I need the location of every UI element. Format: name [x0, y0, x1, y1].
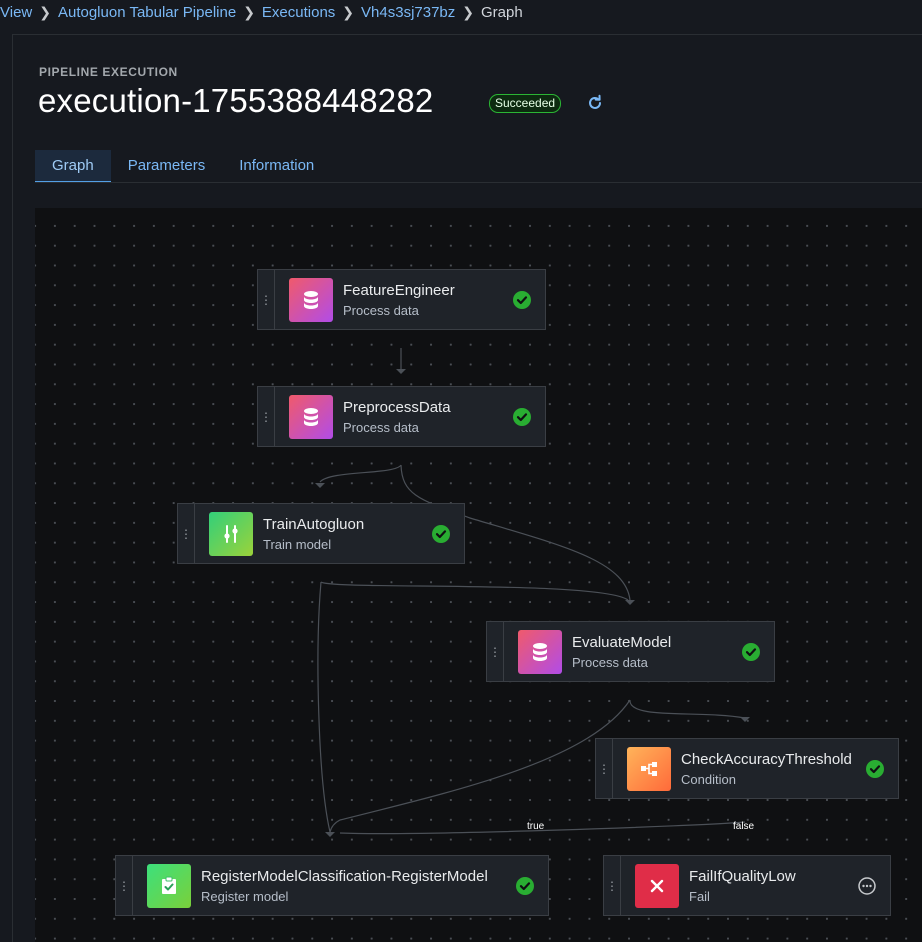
drag-handle-icon[interactable]: ⋮	[178, 504, 195, 563]
status-badge: Succeeded	[489, 94, 562, 113]
node-title: FailIfQualityLow	[689, 867, 796, 885]
page-title: execution-1755388448282	[38, 82, 434, 119]
check-circle-icon	[866, 759, 884, 778]
tab-graph[interactable]: Graph	[35, 150, 111, 183]
refresh-icon	[589, 94, 601, 109]
database-icon	[289, 394, 333, 439]
database-icon	[518, 629, 562, 674]
node-subtitle: Process data	[572, 654, 648, 670]
sliders-icon	[209, 511, 253, 556]
node-subtitle: Condition	[681, 771, 736, 787]
node-title: CheckAccuracyThreshold	[681, 750, 852, 768]
close-icon	[635, 863, 679, 908]
node-title: EvaluateModel	[572, 633, 672, 651]
check-circle-icon	[513, 290, 531, 309]
drag-handle-icon[interactable]: ⋮	[487, 622, 504, 681]
branch-icon	[627, 746, 671, 791]
node-preprocess-data[interactable]: ⋮ PreprocessData Process data	[257, 386, 546, 447]
divider	[12, 34, 922, 35]
tab-list: Graph Parameters Information	[35, 150, 331, 183]
chevron-right-icon: ❯	[39, 3, 51, 20]
node-title: FeatureEngineer	[343, 281, 455, 299]
check-circle-icon	[742, 642, 760, 661]
breadcrumb-current: Graph	[481, 3, 523, 21]
page-eyebrow: PIPELINE EXECUTION	[39, 65, 178, 79]
breadcrumb-pipeline[interactable]: Autogluon Tabular Pipeline	[58, 4, 236, 21]
node-title: TrainAutogluon	[263, 515, 365, 533]
node-evaluate-model[interactable]: ⋮ EvaluateModel Process data	[486, 621, 775, 682]
breadcrumb-view[interactable]: View	[0, 4, 32, 21]
drag-handle-icon[interactable]: ⋮	[596, 739, 613, 798]
node-title: RegisterModelClassification-RegisterMode…	[201, 867, 488, 885]
node-register-model[interactable]: ⋮ RegisterModelClassification-RegisterMo…	[115, 855, 549, 916]
breadcrumb-execution-id[interactable]: Vh4s3sj737bz	[361, 4, 455, 21]
tab-information[interactable]: Information	[222, 150, 331, 181]
more-circle-icon	[858, 876, 876, 895]
tab-parameters[interactable]: Parameters	[111, 150, 223, 181]
node-feature-engineer[interactable]: ⋮ FeatureEngineer Process data	[257, 269, 546, 330]
drag-handle-icon[interactable]: ⋮	[604, 856, 621, 915]
node-subtitle: Register model	[201, 888, 289, 904]
node-fail-if-quality-low[interactable]: ⋮ FailIfQualityLow Fail	[603, 855, 891, 916]
check-circle-icon	[513, 407, 531, 426]
breadcrumb-executions[interactable]: Executions	[262, 4, 335, 21]
clipboard-check-icon	[147, 863, 191, 908]
divider	[35, 182, 922, 183]
drag-handle-icon[interactable]: ⋮	[116, 856, 133, 915]
node-title: PreprocessData	[343, 398, 451, 416]
node-check-accuracy-threshold[interactable]: ⋮ CheckAccuracyThreshold Condition	[595, 738, 899, 799]
node-subtitle: Train model	[263, 536, 332, 552]
node-subtitle: Process data	[343, 419, 419, 435]
node-subtitle: Process data	[343, 302, 419, 318]
chevron-right-icon: ❯	[462, 3, 474, 20]
breadcrumb: View ❯ Autogluon Tabular Pipeline ❯ Exec…	[0, 0, 523, 24]
left-rail	[0, 34, 13, 942]
drag-handle-icon[interactable]: ⋮	[258, 270, 275, 329]
node-train-autogluon[interactable]: ⋮ TrainAutogluon Train model	[177, 503, 465, 564]
check-circle-icon	[516, 876, 534, 895]
chevron-right-icon: ❯	[342, 3, 355, 20]
database-icon	[289, 277, 333, 322]
edge-label-true: true	[527, 821, 545, 832]
chevron-right-icon: ❯	[243, 3, 255, 20]
check-circle-icon	[432, 524, 450, 543]
node-subtitle: Fail	[689, 888, 710, 904]
drag-handle-icon[interactable]: ⋮	[258, 387, 275, 446]
refresh-button[interactable]	[582, 90, 608, 116]
edge-label-false: false	[733, 821, 755, 832]
